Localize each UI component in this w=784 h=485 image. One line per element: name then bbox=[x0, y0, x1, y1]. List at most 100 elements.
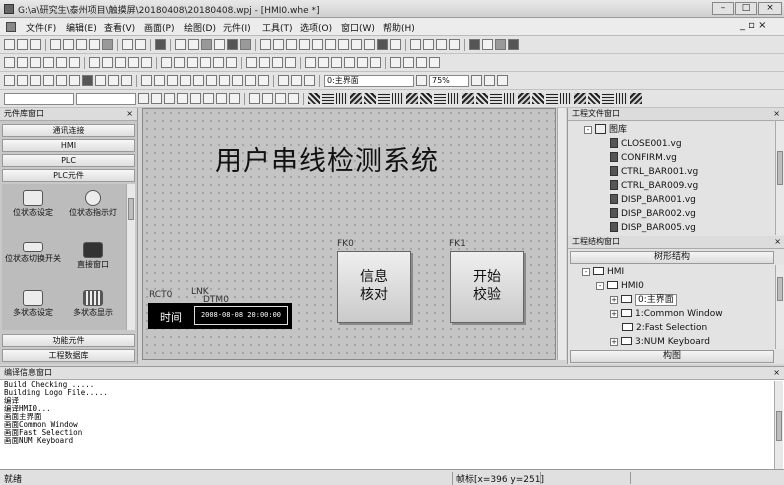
pattern-swatch[interactable] bbox=[406, 93, 418, 104]
new-icon[interactable] bbox=[4, 39, 15, 50]
tab-function-elements[interactable]: 功能元件 bbox=[2, 334, 135, 347]
nudge-left-icon[interactable] bbox=[305, 57, 316, 68]
pattern-swatch[interactable] bbox=[630, 93, 642, 104]
compile-icon[interactable] bbox=[175, 39, 186, 50]
maximize-button[interactable]: □ bbox=[735, 2, 757, 15]
layer-icon[interactable] bbox=[508, 39, 519, 50]
menu-help[interactable]: 帮助(H) bbox=[383, 21, 415, 34]
function-key-icon[interactable] bbox=[180, 75, 191, 86]
category-plc[interactable]: PLC bbox=[2, 154, 135, 167]
pattern-swatch[interactable] bbox=[336, 93, 348, 104]
bar-icon[interactable] bbox=[245, 75, 256, 86]
grid-icon[interactable] bbox=[469, 39, 480, 50]
scroll-thumb[interactable] bbox=[776, 411, 782, 441]
undo-icon[interactable] bbox=[122, 39, 133, 50]
zoom-out-icon[interactable] bbox=[403, 57, 414, 68]
time-display-box[interactable]: 时间 2008-08-08 20:00:00 bbox=[148, 303, 292, 329]
expand-icon[interactable]: + bbox=[610, 338, 618, 346]
same-size-icon[interactable] bbox=[115, 57, 126, 68]
polygon-icon[interactable] bbox=[351, 39, 362, 50]
close-icon[interactable]: × bbox=[126, 108, 133, 120]
prev-page-icon[interactable] bbox=[471, 75, 482, 86]
pattern-icon[interactable] bbox=[495, 39, 506, 50]
history-icon[interactable] bbox=[291, 75, 302, 86]
start-verify-button[interactable]: 开始 校验 bbox=[450, 251, 524, 323]
next-page-icon[interactable] bbox=[484, 75, 495, 86]
menu-options[interactable]: 选项(O) bbox=[300, 21, 332, 34]
align-text-center-icon[interactable] bbox=[203, 93, 214, 104]
tree-node-screen-2[interactable]: 2:Fast Selection bbox=[622, 322, 707, 335]
save-icon[interactable] bbox=[30, 39, 41, 50]
rect-icon[interactable] bbox=[299, 39, 310, 50]
line-icon[interactable] bbox=[273, 39, 284, 50]
word-button-icon[interactable] bbox=[154, 75, 165, 86]
lib-item-bit-set[interactable]: 位状态设定 bbox=[4, 190, 62, 218]
tree-node-hmi[interactable]: - HMI bbox=[582, 266, 624, 279]
screen-select[interactable]: 0:主界面 bbox=[324, 74, 414, 87]
delete-icon[interactable] bbox=[89, 39, 100, 50]
open-icon[interactable] bbox=[17, 39, 28, 50]
pattern-swatch[interactable] bbox=[518, 93, 530, 104]
guide-icon[interactable] bbox=[370, 57, 381, 68]
text-icon[interactable] bbox=[377, 39, 388, 50]
close-icon[interactable]: × bbox=[773, 367, 780, 379]
zoom-select[interactable]: 75% bbox=[429, 74, 469, 87]
alarm-icon[interactable] bbox=[95, 75, 106, 86]
expand-icon[interactable]: + bbox=[610, 310, 618, 318]
pattern-swatch[interactable] bbox=[364, 93, 376, 104]
color-icon[interactable] bbox=[482, 39, 493, 50]
pattern-swatch[interactable] bbox=[448, 93, 460, 104]
menu-file[interactable]: 文件(F) bbox=[26, 21, 56, 34]
lib-item-bit-switch[interactable]: 位状态切换开关 bbox=[4, 242, 62, 264]
screen-canvas[interactable]: 用户串线检测系统 FK0 信息 核对 FK1 开始 校验 RCT0 LNK DTM0… bbox=[142, 108, 556, 360]
trend-icon[interactable] bbox=[108, 75, 119, 86]
blank-icon[interactable] bbox=[436, 39, 447, 50]
send-back-icon[interactable] bbox=[200, 57, 211, 68]
collapse-icon[interactable]: - bbox=[582, 268, 590, 276]
screen-copy-icon[interactable] bbox=[17, 75, 28, 86]
pattern-swatch[interactable] bbox=[490, 93, 502, 104]
same-width-icon[interactable] bbox=[89, 57, 100, 68]
tree-structure-tab[interactable]: 树形结构 bbox=[570, 251, 774, 264]
ungroup-icon[interactable] bbox=[226, 57, 237, 68]
screen-title-text[interactable]: 用户串线检测系统 bbox=[215, 139, 439, 178]
polyline-icon[interactable] bbox=[286, 39, 297, 50]
nudge-right-icon[interactable] bbox=[318, 57, 329, 68]
fill-color-icon[interactable] bbox=[262, 93, 273, 104]
same-height-icon[interactable] bbox=[102, 57, 113, 68]
text-color-icon[interactable] bbox=[229, 93, 240, 104]
align-text-right-icon[interactable] bbox=[216, 93, 227, 104]
lamp-icon[interactable] bbox=[219, 75, 230, 86]
pattern-swatch[interactable] bbox=[308, 93, 320, 104]
menu-draw[interactable]: 绘图(D) bbox=[184, 21, 216, 34]
copy-icon[interactable] bbox=[63, 39, 74, 50]
pattern-swatch[interactable] bbox=[546, 93, 558, 104]
pattern-swatch[interactable] bbox=[350, 93, 362, 104]
zoom-icon[interactable] bbox=[416, 75, 427, 86]
screen-del-icon[interactable] bbox=[43, 75, 54, 86]
recipe-icon[interactable] bbox=[121, 75, 132, 86]
cut-icon[interactable] bbox=[50, 39, 61, 50]
center-h-icon[interactable] bbox=[161, 57, 172, 68]
screen-prop-icon[interactable] bbox=[30, 75, 41, 86]
pattern-swatch[interactable] bbox=[574, 93, 586, 104]
scroll-thumb[interactable] bbox=[777, 277, 783, 301]
file-item[interactable]: DISP_BAR005.vg bbox=[610, 222, 696, 235]
find-icon[interactable] bbox=[155, 39, 166, 50]
canvas-scrollbar[interactable] bbox=[557, 108, 566, 360]
menu-element[interactable]: 元件(I) bbox=[223, 21, 251, 34]
picture-icon[interactable] bbox=[390, 39, 401, 50]
scroll-thumb[interactable] bbox=[777, 151, 783, 185]
group-icon[interactable] bbox=[213, 57, 224, 68]
pattern-swatch[interactable] bbox=[392, 93, 404, 104]
expand-icon[interactable]: + bbox=[610, 296, 618, 304]
redo-icon[interactable] bbox=[135, 39, 146, 50]
close-button[interactable]: × bbox=[758, 2, 782, 15]
screen-prev-icon[interactable] bbox=[56, 75, 67, 86]
pattern-swatch[interactable] bbox=[322, 93, 334, 104]
pattern-swatch[interactable] bbox=[560, 93, 572, 104]
pattern-swatch[interactable] bbox=[434, 93, 446, 104]
mdi-controls[interactable]: _ ▫ × bbox=[740, 20, 767, 31]
align-middle-icon[interactable] bbox=[56, 57, 67, 68]
tab-project-database[interactable]: 工程数据库 bbox=[2, 349, 135, 362]
